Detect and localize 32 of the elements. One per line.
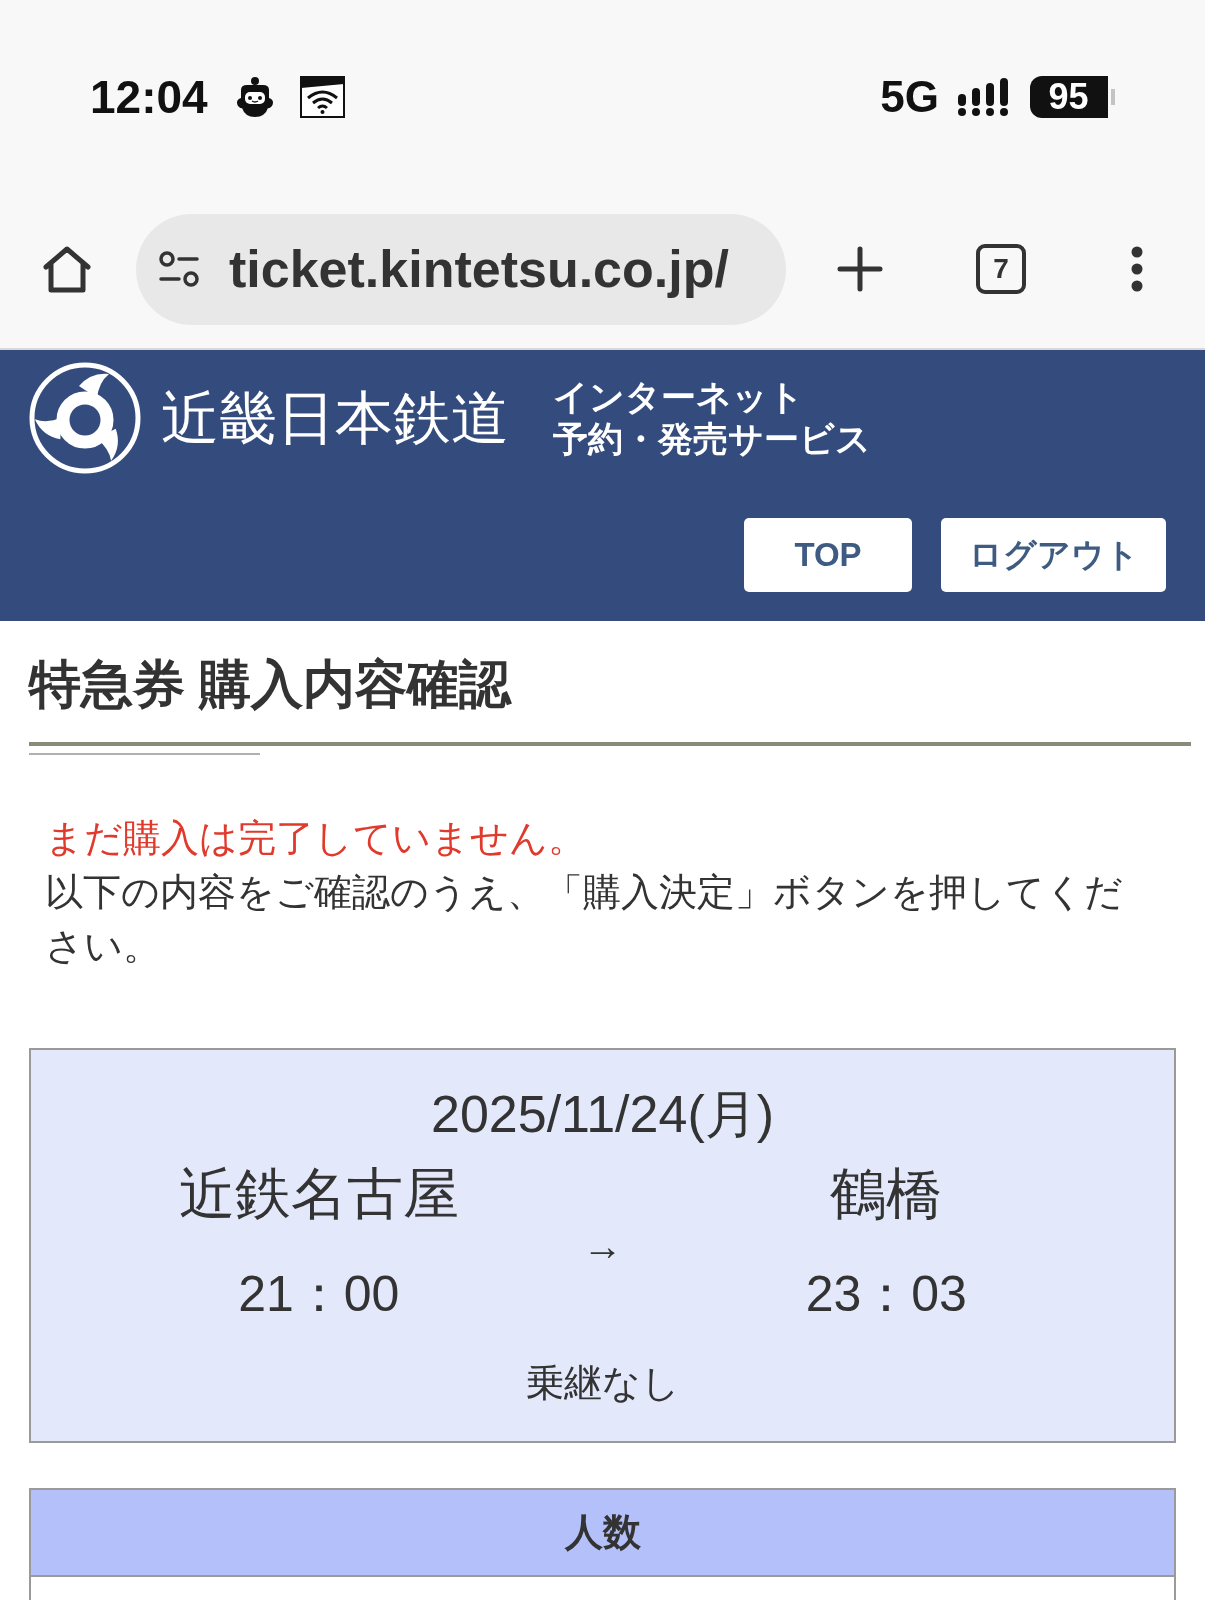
status-time: 12:04 [90, 76, 208, 118]
service-name: 予約・発売サービス [553, 418, 871, 460]
arrival-station: 鶴橋 [830, 1161, 943, 1227]
route-arrow: → [582, 1223, 623, 1270]
logo-icon [29, 362, 141, 474]
home-button[interactable] [42, 244, 92, 294]
wifi-icon [299, 76, 345, 118]
new-tab-button[interactable] [837, 244, 883, 294]
tab-switcher-button[interactable]: 7 [976, 244, 1026, 294]
travel-date: 2025/11/24(月) [431, 1084, 774, 1145]
network-type: 5G [880, 76, 939, 118]
plus-icon [837, 246, 883, 292]
instruction-text: 以下の内容をご確認のうえ、「購入決定」ボタンを押してください。 [45, 870, 1124, 969]
service-name: インターネット [553, 376, 805, 418]
page-title: 特急券 購入内容確認 [29, 654, 513, 715]
departure-time: 21：00 [238, 1265, 400, 1324]
table-heading: 人数 [31, 1490, 1174, 1575]
home-icon [42, 245, 92, 293]
signal-icon [956, 78, 1010, 116]
creature-face-icon [234, 76, 275, 118]
departure-station: 近鉄名古屋 [178, 1161, 459, 1227]
address-bar[interactable]: ticket.kintetsu.co.jp/ [136, 213, 786, 325]
menu-button[interactable] [1131, 244, 1143, 294]
header-button[interactable]: ログアウト [941, 518, 1166, 592]
warning-message: まだ購入は完了していません。 [45, 816, 587, 861]
arrival-time: 23：03 [805, 1265, 967, 1324]
site-settings-icon [159, 251, 199, 287]
transfer-info: 乗継なし [525, 1361, 680, 1406]
company-name: 近畿日本鉄道 [161, 384, 509, 452]
menu-icon [1131, 246, 1143, 292]
battery-indicator: 95 [1030, 76, 1115, 118]
header-button[interactable]: TOP [744, 518, 912, 592]
